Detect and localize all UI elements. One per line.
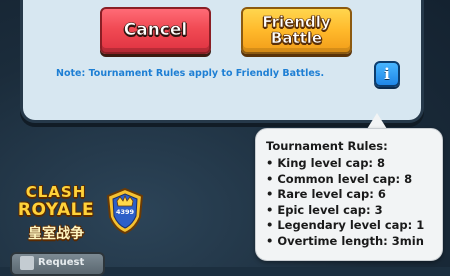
friendly-battle-button-label: Friendly Battle bbox=[262, 12, 331, 47]
friendly-battle-dialog: Cancel Friendly Battle Note: Tournament … bbox=[23, 0, 421, 120]
crown-shield-icon: 4399 bbox=[105, 187, 145, 235]
cancel-button[interactable]: Cancel bbox=[100, 7, 211, 54]
card-icon bbox=[20, 256, 34, 270]
info-icon: i bbox=[384, 65, 390, 83]
info-button[interactable]: i bbox=[374, 61, 400, 87]
tournament-rules-note: Note: Tournament Rules apply to Friendly… bbox=[56, 68, 325, 79]
cancel-button-label: Cancel bbox=[123, 19, 188, 40]
logo-chinese-text: 皇室战争 bbox=[28, 226, 84, 242]
tournament-rules-tooltip: Tournament Rules: • King level cap: 8 • … bbox=[255, 128, 443, 261]
rule-rare-level-cap: • Rare level cap: 6 bbox=[266, 187, 386, 201]
tooltip-title: Tournament Rules: bbox=[266, 139, 388, 153]
rule-epic-level-cap: • Epic level cap: 3 bbox=[266, 202, 383, 217]
rule-king-level-cap: • King level cap: 8 bbox=[266, 156, 386, 170]
rule-legendary-level-cap: • Legendary level cap: 1 bbox=[266, 218, 425, 232]
friendly-battle-button[interactable]: Friendly Battle bbox=[241, 7, 352, 54]
request-button-label: Request bbox=[38, 257, 85, 268]
rules-list: • King level cap: 8 • Common level cap: … bbox=[266, 156, 442, 249]
logo-royale-text: ROYALE bbox=[17, 200, 95, 220]
tooltip-pointer bbox=[367, 113, 387, 129]
rule-common-level-cap: • Common level cap: 8 bbox=[266, 171, 413, 186]
logo-shield-number: 4399 bbox=[115, 208, 135, 216]
logo-clash-text: CLASH bbox=[25, 183, 87, 201]
game-logo: CLASH ROYALE 皇室战争 4399 bbox=[7, 183, 149, 253]
rule-overtime-length: • Overtime length: 3min bbox=[266, 233, 424, 248]
